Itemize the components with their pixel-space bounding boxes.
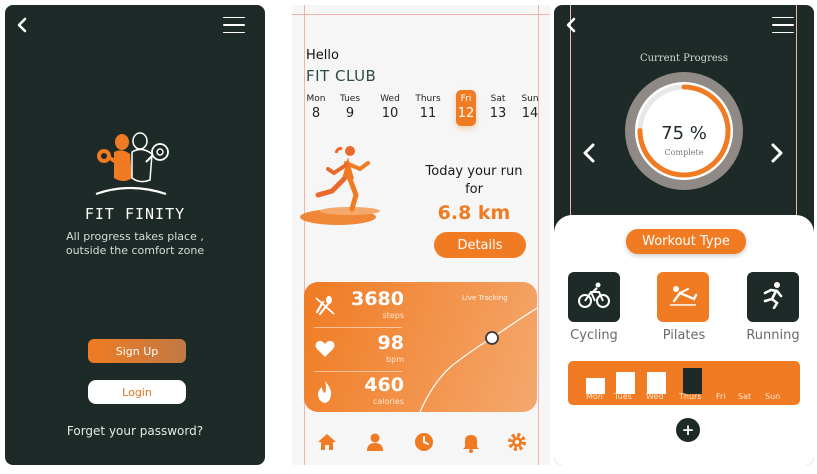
forgot-password-link[interactable]: Forget your password? [5,424,265,438]
tracking-curve [419,307,537,412]
day-fri[interactable]: Fri 12 [456,90,476,126]
current-progress-label: Current Progress [639,53,729,64]
back-icon[interactable] [562,15,580,35]
flame-icon [314,380,338,404]
calories-stat: 460 calories [314,374,404,412]
clock-icon[interactable] [413,431,435,453]
app-canvas: FIT FINITY All progress takes place , ou… [0,0,817,474]
previous-arrow-icon[interactable] [580,141,598,165]
workout-label-running: Running [746,328,800,343]
day-wed[interactable]: Wed 10 [376,90,404,121]
steps-value: 3680 [351,288,404,310]
back-icon[interactable] [13,15,31,35]
runner-illustration [298,143,390,235]
tagline: All progress takes place , outside the c… [65,230,205,257]
home-icon[interactable] [316,431,338,453]
progress-screen: Current Progress 75 % Complete Workout T… [554,5,814,465]
workout-card-running[interactable] [747,272,799,322]
progress-ring: 75 % Complete [621,68,747,194]
workout-card-cycling[interactable] [568,272,620,322]
today-run-text: Today your run for [425,164,523,197]
bpm-value: 98 [377,332,404,354]
footprints-icon [314,294,338,318]
week-bar-tues [616,372,635,394]
greeting: Hello [306,48,339,63]
week-day-thurs: Thurs [679,392,702,401]
guide-line [292,14,550,15]
week-day-fri: Fri [716,392,726,401]
guide-line [538,5,539,465]
gear-icon[interactable] [506,431,528,453]
divider [314,371,402,372]
calories-value: 460 [364,374,404,396]
run-distance: 6.8 km [437,202,511,224]
progress-complete-label: Complete [664,148,704,157]
running-icon [759,281,787,313]
workout-label-pilates: Pilates [662,328,706,343]
week-day-tues: Tues [614,392,632,401]
week-day-sun: Sun [765,392,781,401]
club-title: FIT CLUB [306,67,377,85]
welcome-screen: FIT FINITY All progress takes place , ou… [5,5,265,465]
heart-rate-stat: 98 bpm [314,332,404,370]
progress-percent: 75 % [661,123,707,144]
workout-label-cycling: Cycling [570,328,618,343]
stats-card: Live Tracking 3680 steps 98 bpm 460 calo… [304,282,537,412]
tracking-point[interactable] [485,331,499,345]
day-thurs[interactable]: Thurs 11 [414,90,442,121]
day-mon[interactable]: Mon 8 [302,90,330,121]
steps-unit: steps [382,311,404,320]
next-arrow-icon[interactable] [768,141,786,165]
brand-name: FIT FINITY [84,205,186,223]
workout-type-button[interactable]: Workout Type [626,229,746,254]
day-sun[interactable]: Sun 14 [516,90,544,121]
steps-stat: 3680 steps [314,288,404,326]
menu-icon[interactable] [770,14,796,36]
bell-icon[interactable] [460,431,482,453]
add-workout-button[interactable]: + [676,418,700,442]
details-button[interactable]: Details [434,232,526,258]
week-day-sat: Sat [738,392,752,401]
login-button[interactable]: Login [88,380,186,404]
day-tues[interactable]: Tues 9 [336,90,364,121]
profile-icon[interactable] [364,431,386,453]
plus-icon: + [681,421,695,439]
home-screen: Hello FIT CLUB Mon 8 Tues 9 Wed 10 Thurs 11 … [292,5,550,465]
bottom-tab-bar [292,427,550,457]
day-sat[interactable]: Sat 13 [484,90,512,121]
heart-icon [314,338,338,362]
divider [314,327,402,328]
signup-button[interactable]: Sign Up [88,339,186,363]
menu-icon[interactable] [221,14,247,36]
pilates-icon [666,281,700,313]
day-selector: Mon 8 Tues 9 Wed 10 Thurs 11 Fri 12 Sat 13 Sun… [302,90,548,130]
calories-unit: calories [372,397,404,406]
workout-card-pilates[interactable] [657,272,709,322]
fitfinity-logo [90,128,170,198]
cycling-icon [578,281,610,313]
week-bar-thurs [683,368,702,394]
week-day-wed: Wed [646,392,664,401]
bpm-unit: bpm [386,355,404,364]
week-day-mon: Mon [586,392,603,401]
week-bar-wed [647,372,666,394]
weekly-activity-bar: Mon Tues Wed Thurs Fri Sat Sun [568,361,800,405]
